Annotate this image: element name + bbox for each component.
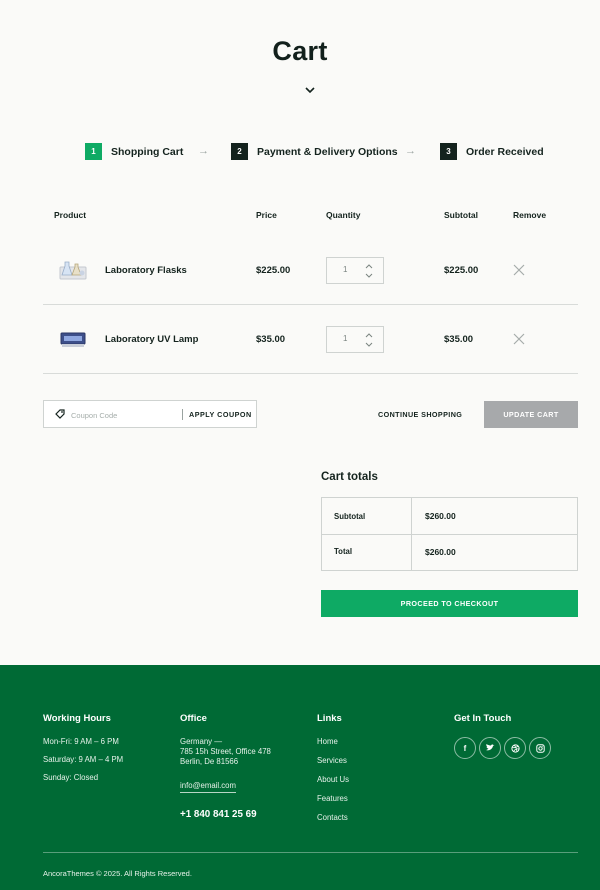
footer-heading: Get In Touch	[454, 713, 512, 724]
uv-lamp-icon[interactable]	[58, 328, 88, 350]
instagram-icon[interactable]	[529, 737, 551, 759]
header-remove: Remove	[513, 210, 547, 220]
update-cart-button[interactable]: UPDATE CART	[484, 401, 578, 428]
step-label: Payment & Delivery Options	[257, 145, 398, 158]
footer-link-features[interactable]: Features	[317, 794, 349, 803]
chevron-up-icon[interactable]	[365, 264, 373, 269]
chevron-down-icon[interactable]	[365, 342, 373, 347]
header-subtotal: Subtotal	[444, 210, 478, 220]
step-number: 1	[85, 143, 102, 160]
footer-link-services[interactable]: Services	[317, 756, 349, 765]
chevron-down-icon[interactable]	[303, 84, 317, 96]
header-product: Product	[54, 210, 87, 220]
flasks-icon[interactable]	[58, 259, 88, 281]
footer-heading: Office	[180, 713, 207, 724]
footer-divider	[43, 852, 578, 853]
step-payment-delivery: 2 Payment & Delivery Options	[231, 143, 398, 160]
continue-shopping-button[interactable]: CONTINUE SHOPPING	[378, 410, 462, 419]
footer-links: Links Home Services About Us Features Co…	[317, 713, 349, 832]
product-name[interactable]: Laboratory Flasks	[105, 265, 187, 276]
hours-line: Mon-Fri: 9 AM – 6 PM	[43, 737, 119, 746]
dribbble-icon[interactable]	[504, 737, 526, 759]
facebook-icon[interactable]: f	[454, 737, 476, 759]
footer-social: Get In Touch f	[454, 713, 551, 759]
footer-working-hours: Working Hours Mon-Fri: 9 AM – 6 PM Satur…	[43, 713, 123, 791]
ticket-icon	[55, 409, 65, 419]
page-title: Cart	[272, 36, 328, 66]
header-quantity: Quantity	[326, 210, 361, 220]
footer-heading: Links	[317, 713, 342, 724]
address-line: Berlin, De 81566	[180, 757, 239, 766]
hours-line: Sunday: Closed	[43, 773, 99, 782]
coupon-form: APPLY COUPON	[43, 400, 257, 428]
product-subtotal: $35.00	[444, 334, 474, 345]
checkout-steps: 1 Shopping Cart → 2 Payment & Delivery O…	[0, 143, 600, 163]
total-label: Total	[334, 547, 353, 556]
close-icon[interactable]	[513, 333, 525, 345]
apply-coupon-button[interactable]: APPLY COUPON	[189, 410, 252, 419]
quantity-value[interactable]: 1	[343, 265, 347, 274]
phone-number[interactable]: +1 840 841 25 69	[180, 809, 271, 820]
arrow-right-icon: →	[198, 145, 209, 157]
email-link[interactable]: info@email.com	[180, 781, 237, 793]
step-label: Order Received	[466, 145, 544, 158]
row-divider	[43, 373, 578, 374]
step-order-received: 3 Order Received	[440, 143, 544, 160]
subtotal-value: $260.00	[425, 511, 456, 521]
header-price: Price	[256, 210, 277, 220]
quantity-value[interactable]: 1	[343, 334, 347, 343]
footer: Working Hours Mon-Fri: 9 AM – 6 PM Satur…	[0, 665, 600, 890]
address-line: 785 15h Street, Office 478	[180, 747, 271, 756]
footer-office: Office Germany — 785 15h Street, Office …	[180, 713, 271, 820]
table-divider	[411, 498, 412, 570]
address-line: Germany —	[180, 737, 223, 746]
footer-link-home[interactable]: Home	[317, 737, 349, 746]
step-number: 2	[231, 143, 248, 160]
step-shopping-cart: 1 Shopping Cart	[85, 143, 183, 160]
chevron-up-icon[interactable]	[365, 333, 373, 338]
total-value: $260.00	[425, 547, 456, 557]
footer-heading: Working Hours	[43, 713, 111, 724]
hours-line: Saturday: 9 AM – 4 PM	[43, 755, 124, 764]
quantity-stepper[interactable]: 1	[326, 257, 384, 284]
cart-totals-title: Cart totals	[321, 471, 378, 483]
cart-totals-table: Subtotal $260.00 Total $260.00	[321, 497, 578, 571]
footer-link-contacts[interactable]: Contacts	[317, 813, 349, 822]
copyright: AncoraThemes © 2025. All Rights Reserved…	[43, 869, 192, 878]
twitter-icon[interactable]	[479, 737, 501, 759]
arrow-right-icon: →	[405, 145, 416, 157]
footer-link-about[interactable]: About Us	[317, 775, 349, 784]
divider	[182, 409, 183, 420]
step-label: Shopping Cart	[111, 145, 184, 158]
row-divider	[43, 304, 578, 305]
chevron-down-icon[interactable]	[365, 273, 373, 278]
product-subtotal: $225.00	[444, 265, 479, 276]
step-number: 3	[440, 143, 457, 160]
coupon-input[interactable]	[71, 407, 176, 423]
subtotal-label: Subtotal	[334, 512, 366, 521]
table-divider	[322, 534, 577, 535]
quantity-stepper[interactable]: 1	[326, 326, 384, 353]
product-price: $225.00	[256, 265, 291, 276]
proceed-to-checkout-button[interactable]: PROCEED TO CHECKOUT	[321, 590, 578, 617]
product-name[interactable]: Laboratory UV Lamp	[105, 334, 198, 345]
close-icon[interactable]	[513, 264, 525, 276]
product-price: $35.00	[256, 334, 286, 345]
